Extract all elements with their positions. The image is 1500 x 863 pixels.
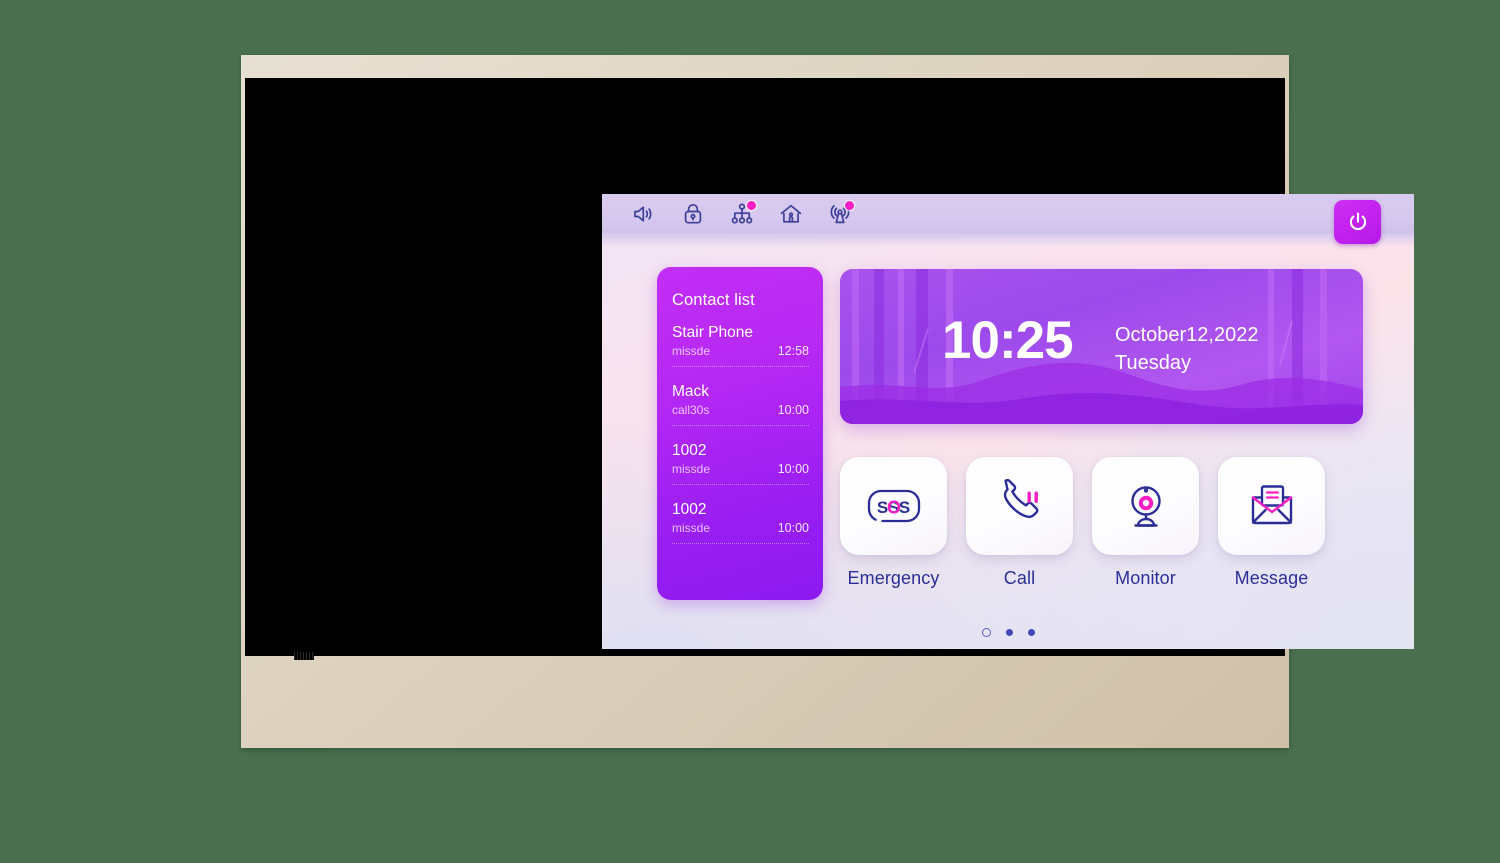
contact-status: missde [672, 462, 711, 476]
app-label-call: Call [1003, 568, 1036, 588]
device-screen: Contact list Stair Phone missde 12:58 Ma… [602, 194, 1414, 649]
contact-status: missde [672, 344, 711, 358]
network-tree-icon[interactable] [727, 199, 757, 229]
lock-icon[interactable] [678, 199, 708, 229]
contact-time: 12:58 [777, 344, 809, 358]
page-dot[interactable] [1005, 629, 1013, 636]
contact-list-title: Contact list [672, 291, 755, 309]
app-tile-call[interactable] [966, 457, 1073, 555]
clock-date-line: October12,2022 [1115, 324, 1259, 346]
clock-time: 10:25 [942, 311, 1074, 370]
contact-list-items: Stair Phone missde 12:58 Mack call30s 10… [672, 323, 809, 550]
phone-handset-icon [1003, 478, 1038, 518]
app-call[interactable]: Call [966, 457, 1073, 589]
app-tile-message[interactable] [1218, 457, 1325, 555]
contact-name: 1002 [672, 442, 707, 459]
contact-time: 10:00 [777, 462, 809, 476]
app-label-message: Message [1234, 568, 1309, 588]
page-dot[interactable] [1027, 629, 1035, 636]
app-tile-emergency[interactable]: S S S O [840, 457, 947, 555]
page-dot-active[interactable] [981, 628, 991, 637]
contact-separator [672, 366, 809, 367]
indoor-monitor-device: Contact list Stair Phone missde 12:58 Ma… [241, 55, 1414, 748]
clock-date-block: October12,2022 Tuesday [1115, 321, 1258, 377]
contact-separator [672, 543, 809, 544]
contact-list-panel[interactable]: Contact list Stair Phone missde 12:58 Ma… [657, 267, 823, 600]
contact-list-item[interactable]: Stair Phone missde 12:58 [672, 323, 809, 373]
webcam-icon [1130, 486, 1161, 527]
app-label-emergency: Emergency [847, 568, 940, 588]
contact-name: Mack [672, 383, 710, 400]
app-grid: S S S O Emergency Call Monitor Message [840, 457, 1363, 589]
volume-icon[interactable] [629, 199, 659, 229]
app-emergency[interactable]: S S S O Emergency [840, 457, 947, 589]
app-tile-monitor[interactable] [1092, 457, 1199, 555]
contact-name: 1002 [672, 501, 707, 518]
status-icon-group [629, 199, 855, 229]
app-monitor[interactable]: Monitor [1092, 457, 1199, 589]
envelope-message-icon [1251, 485, 1292, 525]
clock-text-group: 10:25 October12,2022 Tuesday [840, 269, 1363, 424]
screenshot-root: Contact list Stair Phone missde 12:58 Ma… [0, 0, 1500, 863]
contact-separator [672, 425, 809, 426]
sos-icon: S S S O [867, 489, 920, 523]
contact-list-item[interactable]: 1002 missde 10:00 [672, 441, 809, 491]
app-message[interactable]: Message [1218, 457, 1325, 589]
contact-time: 10:00 [777, 403, 809, 417]
contact-name: Stair Phone [672, 324, 753, 341]
antenna-signal-icon[interactable] [825, 199, 855, 229]
clock-weekday-line: Tuesday [1115, 352, 1191, 374]
contact-status: missde [672, 521, 711, 535]
svg-text:O: O [886, 498, 900, 518]
page-indicator [602, 628, 1414, 637]
contact-list-item[interactable]: 1002 missde 10:00 [672, 500, 809, 550]
home-indoor-icon[interactable] [776, 199, 806, 229]
app-label-monitor: Monitor [1115, 568, 1176, 588]
signal-alert-badge [845, 201, 854, 210]
power-button[interactable] [1334, 200, 1381, 244]
contact-separator [672, 484, 809, 485]
speaker-grille [294, 652, 314, 660]
contact-time: 10:00 [777, 521, 809, 535]
contact-status: call30s [672, 403, 710, 417]
network-alert-badge [747, 201, 756, 210]
contact-list-item[interactable]: Mack call30s 10:00 [672, 382, 809, 432]
status-bar-shadow [602, 233, 1414, 247]
clock-date-widget[interactable]: 10:25 October12,2022 Tuesday [840, 269, 1363, 424]
